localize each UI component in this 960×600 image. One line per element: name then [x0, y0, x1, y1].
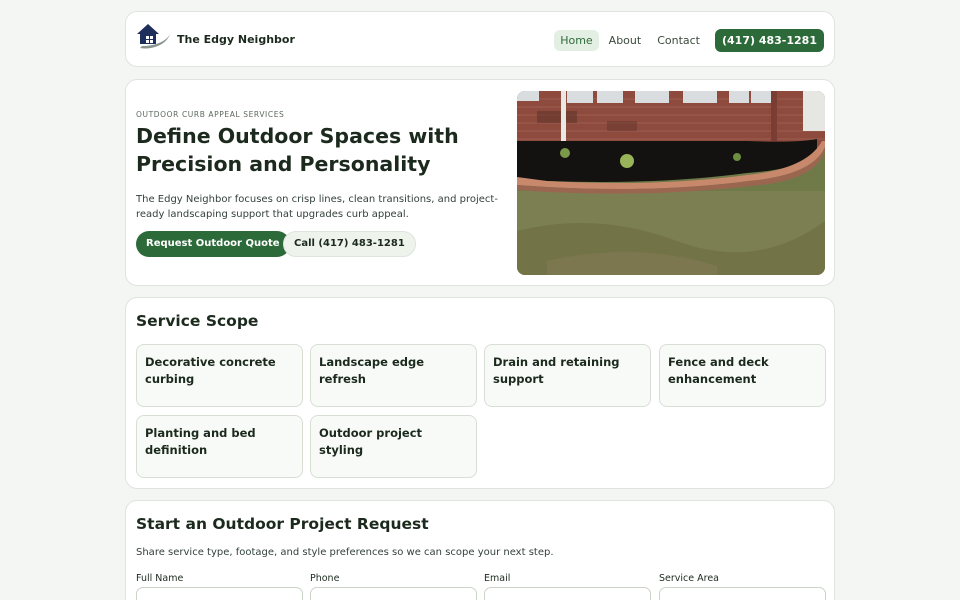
- call-button[interactable]: Call (417) 483-1281: [283, 231, 416, 257]
- service-card: Decorative concrete curbing: [136, 344, 303, 407]
- email-label: Email: [484, 573, 511, 584]
- service-scope-title: Service Scope: [136, 312, 259, 330]
- brand-name[interactable]: The Edgy Neighbor: [177, 33, 295, 46]
- service-card: Fence and deck enhancement: [659, 344, 826, 407]
- full-name-label: Full Name: [136, 573, 184, 584]
- email-input[interactable]: [484, 587, 651, 600]
- phone-input[interactable]: [310, 587, 477, 600]
- service-card: Landscape edge refresh: [310, 344, 477, 407]
- house-logo-icon[interactable]: [136, 22, 172, 50]
- service-card: Drain and retaining support: [484, 344, 651, 407]
- service-scope-section: Service Scope Decorative concrete curbin…: [125, 297, 835, 489]
- project-request-section: Start an Outdoor Project Request Share s…: [125, 500, 835, 600]
- hero-description: The Edgy Neighbor focuses on crisp lines…: [136, 194, 498, 220]
- full-name-input[interactable]: [136, 587, 303, 600]
- hero-eyebrow: OUTDOOR CURB APPEAL SERVICES: [136, 110, 285, 119]
- main-nav: Home About Contact (417) 483-1281: [550, 29, 824, 52]
- request-quote-button[interactable]: Request Outdoor Quote: [136, 231, 290, 257]
- nav-link-about[interactable]: About: [603, 30, 648, 51]
- curbing-photo: [517, 91, 825, 275]
- phone-button[interactable]: (417) 483-1281: [715, 29, 824, 52]
- nav-link-contact[interactable]: Contact: [651, 30, 706, 51]
- service-card: Outdoor project styling: [310, 415, 477, 478]
- service-card: Planting and bed definition: [136, 415, 303, 478]
- hero-section: OUTDOOR CURB APPEAL SERVICES Define Outd…: [125, 79, 835, 286]
- project-request-description: Share service type, footage, and style p…: [136, 547, 554, 558]
- project-request-title: Start an Outdoor Project Request: [136, 515, 429, 533]
- hero-title: Define Outdoor Spaces with Precision and…: [136, 124, 459, 176]
- nav-link-home[interactable]: Home: [554, 30, 599, 51]
- site-header: The Edgy Neighbor Home About Contact (41…: [125, 11, 835, 67]
- service-area-input[interactable]: [659, 587, 826, 600]
- service-area-label: Service Area: [659, 573, 719, 584]
- phone-label: Phone: [310, 573, 340, 584]
